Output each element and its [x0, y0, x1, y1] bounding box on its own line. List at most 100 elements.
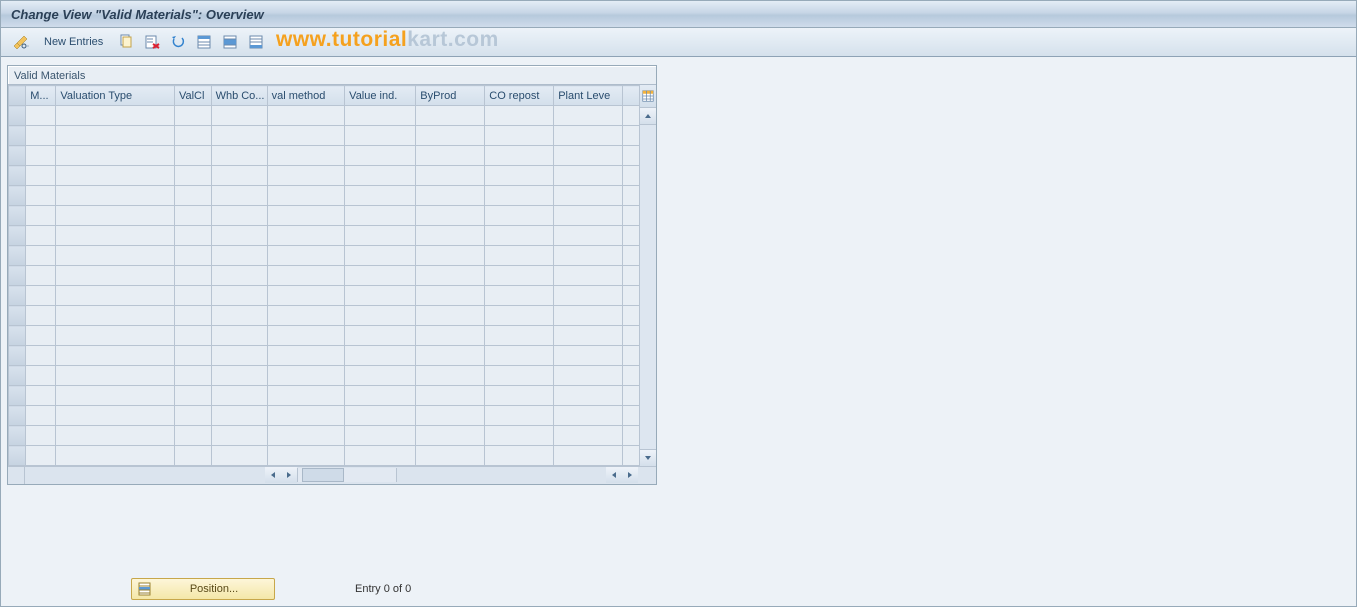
undo-change-button[interactable] [168, 31, 188, 53]
grid-cell[interactable] [485, 306, 554, 326]
grid-cell[interactable] [345, 386, 416, 406]
column-header[interactable]: Whb Co... [211, 86, 267, 106]
grid-cell[interactable] [345, 166, 416, 186]
grid-cell[interactable] [174, 446, 211, 466]
grid-cell[interactable] [416, 306, 485, 326]
column-header[interactable]: Plant Leve [554, 86, 623, 106]
table-row[interactable] [9, 186, 641, 206]
grid-cell[interactable] [554, 266, 623, 286]
grid-cell[interactable] [211, 246, 267, 266]
row-selector[interactable] [9, 186, 26, 206]
grid-cell[interactable] [211, 286, 267, 306]
grid-cell[interactable] [554, 166, 623, 186]
grid-cell[interactable] [26, 306, 56, 326]
grid-cell[interactable] [56, 246, 175, 266]
grid-cell[interactable] [56, 386, 175, 406]
grid-cell[interactable] [485, 186, 554, 206]
grid-cell[interactable] [554, 446, 623, 466]
deselect-all-button[interactable] [246, 31, 266, 53]
grid-cell[interactable] [211, 346, 267, 366]
grid-cell[interactable] [211, 266, 267, 286]
new-entries-button[interactable]: New Entries [37, 31, 110, 53]
grid-cell[interactable] [416, 366, 485, 386]
row-selector[interactable] [9, 226, 26, 246]
grid-cell[interactable] [345, 246, 416, 266]
grid-cell[interactable] [267, 166, 345, 186]
grid-cell[interactable] [345, 146, 416, 166]
grid-cell[interactable] [416, 346, 485, 366]
position-button[interactable]: Position... [131, 578, 275, 600]
grid-cell[interactable] [554, 246, 623, 266]
scroll-right-button-2[interactable] [622, 467, 638, 483]
row-selector[interactable] [9, 446, 26, 466]
grid-cell[interactable] [554, 346, 623, 366]
grid-cell[interactable] [345, 206, 416, 226]
grid-cell[interactable] [554, 406, 623, 426]
grid-cell[interactable] [345, 226, 416, 246]
grid-cell[interactable] [267, 446, 345, 466]
grid-cell[interactable] [211, 366, 267, 386]
grid-cell[interactable] [345, 106, 416, 126]
grid-cell[interactable] [56, 446, 175, 466]
grid-cell[interactable] [416, 266, 485, 286]
grid-cell[interactable] [416, 206, 485, 226]
grid-cell[interactable] [211, 426, 267, 446]
table-row[interactable] [9, 326, 641, 346]
grid-cell[interactable] [26, 386, 56, 406]
grid-cell[interactable] [174, 106, 211, 126]
grid-cell[interactable] [416, 426, 485, 446]
grid-cell[interactable] [416, 246, 485, 266]
table-row[interactable] [9, 406, 641, 426]
table-row[interactable] [9, 246, 641, 266]
grid-cell[interactable] [554, 366, 623, 386]
grid-cell[interactable] [26, 146, 56, 166]
table-row[interactable] [9, 286, 641, 306]
grid-cell[interactable] [56, 186, 175, 206]
grid-cell[interactable] [485, 386, 554, 406]
row-selector[interactable] [9, 366, 26, 386]
grid-cell[interactable] [416, 226, 485, 246]
data-grid[interactable]: M...Valuation TypeValClWhb Co...val meth… [8, 85, 640, 466]
table-row[interactable] [9, 446, 641, 466]
grid-cell[interactable] [56, 206, 175, 226]
table-row[interactable] [9, 266, 641, 286]
grid-cell[interactable] [174, 426, 211, 446]
row-selector[interactable] [9, 406, 26, 426]
row-selector[interactable] [9, 306, 26, 326]
grid-cell[interactable] [554, 146, 623, 166]
table-row[interactable] [9, 346, 641, 366]
grid-cell[interactable] [485, 346, 554, 366]
grid-cell[interactable] [485, 366, 554, 386]
grid-cell[interactable] [416, 326, 485, 346]
column-header[interactable]: M... [26, 86, 56, 106]
grid-cell[interactable] [56, 106, 175, 126]
row-selector[interactable] [9, 346, 26, 366]
grid-cell[interactable] [56, 126, 175, 146]
grid-cell[interactable] [267, 106, 345, 126]
grid-cell[interactable] [174, 166, 211, 186]
grid-cell[interactable] [56, 426, 175, 446]
vertical-scrollbar[interactable] [639, 107, 656, 467]
grid-cell[interactable] [554, 126, 623, 146]
grid-cell[interactable] [56, 266, 175, 286]
grid-cell[interactable] [26, 186, 56, 206]
grid-cell[interactable] [26, 366, 56, 386]
grid-cell[interactable] [174, 306, 211, 326]
scroll-down-button[interactable] [640, 449, 656, 467]
grid-cell[interactable] [485, 226, 554, 246]
grid-cell[interactable] [267, 206, 345, 226]
table-settings-button[interactable] [639, 85, 656, 108]
grid-cell[interactable] [345, 326, 416, 346]
grid-cell[interactable] [416, 146, 485, 166]
grid-cell[interactable] [26, 326, 56, 346]
grid-cell[interactable] [267, 186, 345, 206]
row-selector[interactable] [9, 106, 26, 126]
grid-cell[interactable] [211, 406, 267, 426]
table-row[interactable] [9, 106, 641, 126]
grid-cell[interactable] [174, 286, 211, 306]
grid-cell[interactable] [56, 286, 175, 306]
table-row[interactable] [9, 146, 641, 166]
grid-cell[interactable] [485, 426, 554, 446]
grid-cell[interactable] [345, 426, 416, 446]
column-header[interactable]: CO repost [485, 86, 554, 106]
